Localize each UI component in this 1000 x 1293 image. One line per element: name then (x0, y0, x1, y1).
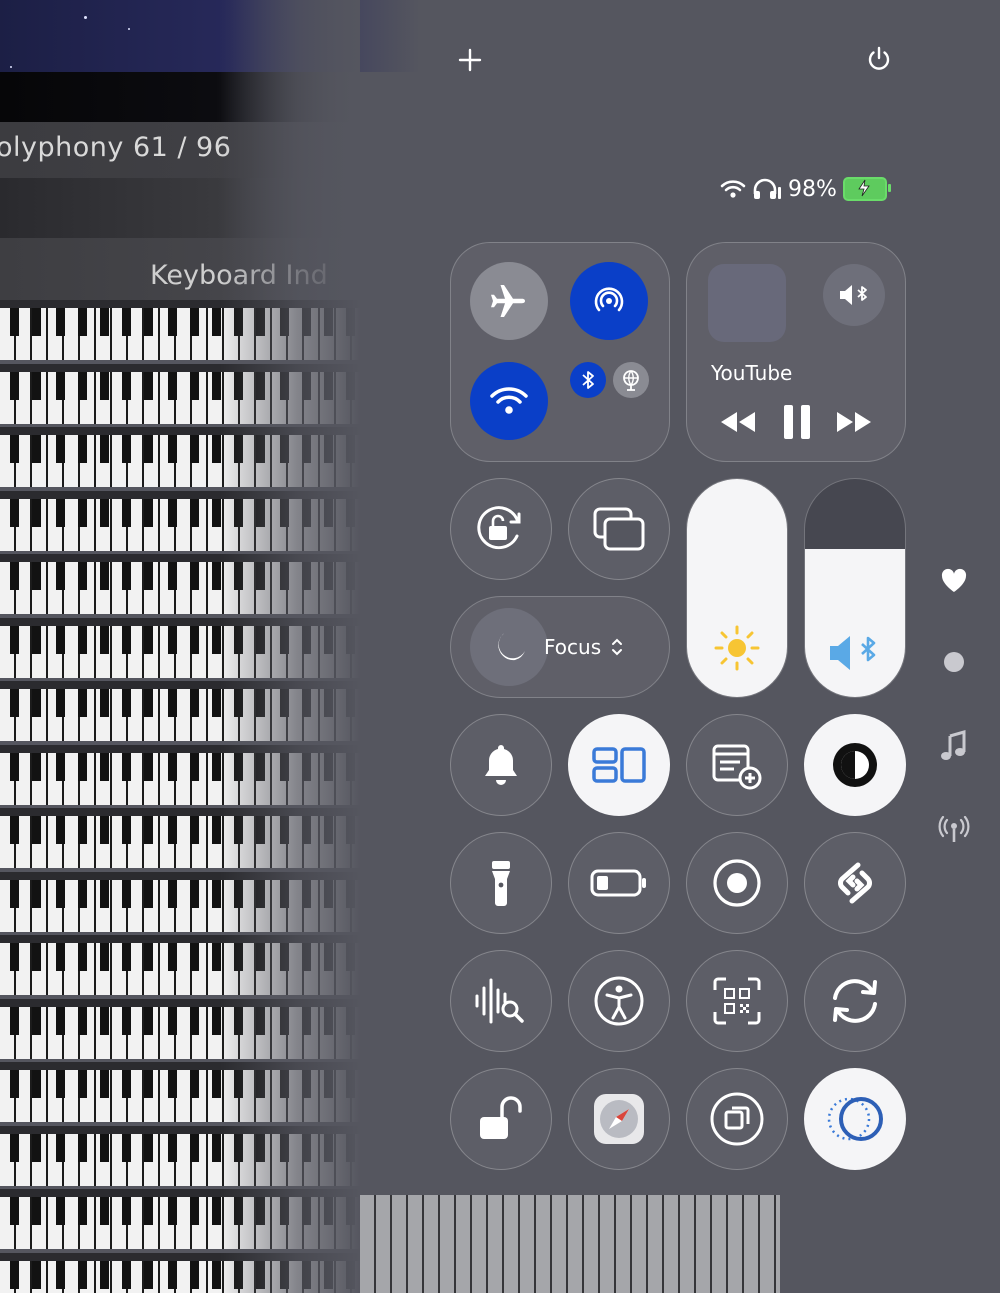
audio-output-button[interactable] (823, 264, 885, 326)
airplane-icon (491, 285, 525, 317)
wifi-icon (490, 387, 528, 414)
plus-icon[interactable] (450, 40, 490, 80)
now-playing-app: YouTube (711, 361, 793, 385)
dark-mode-button[interactable] (804, 714, 906, 816)
focus-label: Focus (544, 635, 602, 659)
wifi-icon (720, 180, 746, 198)
airdrop-button[interactable] (570, 262, 648, 340)
flashlight-button[interactable] (450, 832, 552, 934)
sound-recognition-button[interactable] (450, 950, 552, 1052)
pause-button[interactable] (782, 403, 812, 445)
moon-icon (498, 632, 525, 661)
low-power-icon (590, 869, 646, 897)
accessibility-icon (594, 976, 644, 1026)
focus-moon-circle (470, 608, 548, 686)
unlock-button[interactable] (450, 1068, 552, 1170)
sound-recognition-icon (475, 978, 524, 1024)
orientation-lock-button[interactable] (450, 478, 552, 580)
speaker-bluetooth-icon (830, 636, 876, 670)
live-activity-icon (827, 1097, 883, 1141)
battery-percent: 98% (788, 176, 837, 202)
screen-mirroring-icon (593, 507, 645, 551)
connectivity-panel (450, 242, 670, 462)
qr-code-scanner-icon (713, 977, 761, 1025)
safari-icon (594, 1094, 644, 1144)
keyboard-bottom-strip (360, 1195, 780, 1293)
fast-forward-icon (837, 412, 871, 432)
now-playing-panel: YouTube (686, 242, 906, 462)
headphones-icon (753, 178, 781, 199)
guided-access-button[interactable] (686, 1068, 788, 1170)
bell-icon (485, 745, 517, 785)
power-icon[interactable] (859, 39, 899, 79)
airdrop-icon (594, 287, 624, 312)
speaker-bluetooth-icon (840, 285, 867, 305)
sync-button[interactable] (804, 950, 906, 1052)
volume-fill (805, 548, 905, 697)
status-bar: 98% (720, 172, 891, 206)
chevron-updown-icon (612, 638, 622, 656)
globe-icon (623, 370, 639, 391)
quick-note-button[interactable] (686, 714, 788, 816)
bluetooth-button[interactable] (570, 362, 606, 398)
flashlight-icon (492, 861, 510, 906)
low-power-button[interactable] (568, 832, 670, 934)
fast-forward-button[interactable] (835, 409, 873, 439)
dark-mode-icon (833, 743, 877, 787)
wifi-button[interactable] (470, 362, 548, 440)
orientation-lock-icon (477, 506, 521, 550)
rewind-button[interactable] (719, 409, 757, 439)
focus-button[interactable]: Focus (450, 596, 670, 698)
pause-icon (784, 405, 810, 439)
cellular-button[interactable] (613, 362, 649, 398)
safari-button[interactable] (568, 1068, 670, 1170)
sun-icon (714, 625, 760, 671)
keyboard-fade (220, 0, 360, 1293)
silent-mode-button[interactable] (450, 714, 552, 816)
volume-slider[interactable] (804, 478, 906, 698)
brightness-slider[interactable] (686, 478, 788, 698)
stage-manager-icon (592, 747, 646, 783)
bluetooth-icon (582, 371, 594, 389)
guided-access-icon (710, 1092, 764, 1146)
screen-mirroring-button[interactable] (568, 478, 670, 580)
quick-note-icon (712, 744, 762, 790)
unlock-icon (480, 1096, 522, 1139)
sync-icon (833, 979, 877, 1023)
stage-manager-button[interactable] (568, 714, 670, 816)
rewind-icon (721, 412, 755, 432)
music-note-icon[interactable] (936, 728, 972, 764)
qr-code-scanner-button[interactable] (686, 950, 788, 1052)
screen-record-icon (713, 859, 761, 907)
shazam-icon (838, 862, 872, 904)
battery-icon (842, 177, 891, 201)
live-activity-button[interactable] (804, 1068, 906, 1170)
antenna-icon[interactable] (936, 812, 972, 848)
polyphony-text: olyphony 61 / 96 (0, 132, 232, 163)
heart-icon[interactable] (936, 562, 972, 598)
airplane-mode-button[interactable] (470, 262, 548, 340)
dot-icon[interactable] (936, 644, 972, 680)
accessibility-button[interactable] (568, 950, 670, 1052)
album-art (708, 264, 786, 342)
screen-record-button[interactable] (686, 832, 788, 934)
shazam-button[interactable] (804, 832, 906, 934)
